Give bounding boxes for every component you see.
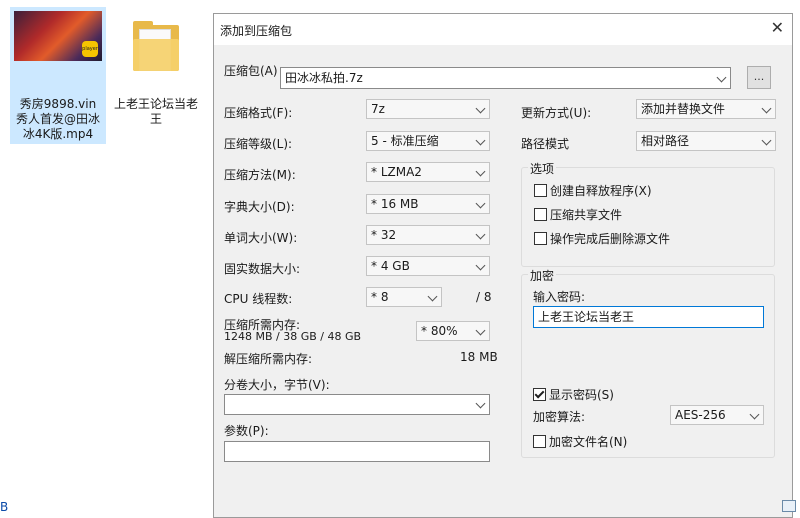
- threads-max: / 8: [476, 290, 492, 304]
- checkbox-icon: [534, 184, 547, 197]
- encryption-title: 加密: [528, 267, 557, 284]
- encryption-method-label: 加密算法:: [533, 410, 586, 424]
- desktop-icon-folder[interactable]: 上老王论坛当老王: [114, 7, 198, 127]
- dict-select[interactable]: * 16 MB: [366, 194, 490, 214]
- checkbox-icon: [533, 435, 546, 448]
- chevron-down-icon: [475, 325, 486, 336]
- chevron-down-icon: [749, 409, 760, 420]
- mem-decompress-label: 解压缩所需内存:: [224, 352, 313, 366]
- checkbox-icon: [534, 232, 547, 245]
- add-to-archive-dialog: 添加到压缩包 ✕ 压缩包(A) 田冰冰私拍.7z ... 压缩格式(F): 7z…: [213, 13, 793, 518]
- folder-icon: [133, 21, 179, 71]
- params-label: 参数(P):: [224, 424, 269, 438]
- volume-label: 分卷大小，字节(V):: [224, 378, 330, 392]
- level-select[interactable]: 5 - 标准压缩: [366, 131, 490, 151]
- encrypt-names-checkbox[interactable]: 加密文件名(N): [533, 433, 627, 450]
- update-select[interactable]: 添加并替换文件: [636, 99, 776, 119]
- archive-label: 压缩包(A): [224, 64, 278, 78]
- word-select[interactable]: * 32: [366, 225, 490, 245]
- chevron-down-icon: [475, 229, 486, 240]
- window-edge-icon: [782, 500, 796, 512]
- delete-after-checkbox[interactable]: 操作完成后删除源文件: [534, 230, 670, 247]
- edge-text: B: [0, 500, 9, 514]
- options-title: 选项: [528, 160, 557, 177]
- method-select[interactable]: * LZMA2: [366, 162, 490, 182]
- password-label: 输入密码:: [533, 290, 586, 304]
- threads-select[interactable]: * 8: [366, 287, 442, 307]
- solid-label: 固实数据大小:: [224, 262, 301, 276]
- desktop-icon-video-file[interactable]: player 秀房9898.vin秀人首发@田冰冰4K版.mp4: [10, 7, 106, 144]
- chevron-down-icon: [761, 135, 772, 146]
- video-file-label: 秀房9898.vin秀人首发@田冰冰4K版.mp4: [15, 97, 100, 141]
- dialog-title: 添加到压缩包: [220, 24, 293, 38]
- mem-decompress-value: 18 MB: [460, 350, 498, 364]
- update-label: 更新方式(U):: [521, 106, 592, 120]
- chevron-down-icon: [475, 398, 486, 409]
- chevron-down-icon: [716, 72, 727, 83]
- encryption-method-select[interactable]: AES-256: [670, 405, 764, 425]
- password-input[interactable]: 上老王论坛当老王: [533, 306, 764, 328]
- solid-select[interactable]: * 4 GB: [366, 256, 490, 276]
- format-label: 压缩格式(F):: [224, 106, 293, 120]
- sfx-checkbox[interactable]: 创建自释放程序(X): [534, 182, 652, 199]
- threads-label: CPU 线程数:: [224, 292, 293, 306]
- show-password-checkbox[interactable]: 显示密码(S): [533, 386, 614, 403]
- format-select[interactable]: 7z: [366, 99, 490, 119]
- method-label: 压缩方法(M):: [224, 168, 296, 182]
- chevron-down-icon: [427, 291, 438, 302]
- chevron-down-icon: [475, 103, 486, 114]
- chevron-down-icon: [475, 166, 486, 177]
- folder-label: 上老王论坛当老王: [114, 97, 199, 126]
- chevron-down-icon: [475, 260, 486, 271]
- checkbox-checked-icon: [533, 388, 546, 401]
- archive-path-combo[interactable]: 田冰冰私拍.7z: [280, 67, 731, 89]
- checkbox-icon: [534, 208, 547, 221]
- chevron-down-icon: [475, 135, 486, 146]
- volume-select[interactable]: [224, 394, 490, 415]
- close-icon[interactable]: ✕: [771, 18, 784, 37]
- shared-files-checkbox[interactable]: 压缩共享文件: [534, 206, 622, 223]
- mem-compress-detail: 1248 MB / 38 GB / 48 GB: [224, 330, 362, 343]
- video-thumbnail: player: [14, 11, 102, 61]
- level-label: 压缩等级(L):: [224, 137, 293, 151]
- chevron-down-icon: [761, 103, 772, 114]
- path-mode-select[interactable]: 相对路径: [636, 131, 776, 151]
- word-label: 单词大小(W):: [224, 231, 298, 245]
- params-input[interactable]: [224, 441, 490, 462]
- browse-button[interactable]: ...: [747, 66, 771, 89]
- path-mode-label: 路径模式: [521, 137, 570, 151]
- dialog-titlebar: 添加到压缩包 ✕: [214, 14, 792, 45]
- mem-usage-select[interactable]: * 80%: [416, 321, 490, 341]
- dict-label: 字典大小(D):: [224, 200, 295, 214]
- player-app-icon: player: [82, 41, 98, 57]
- chevron-down-icon: [475, 198, 486, 209]
